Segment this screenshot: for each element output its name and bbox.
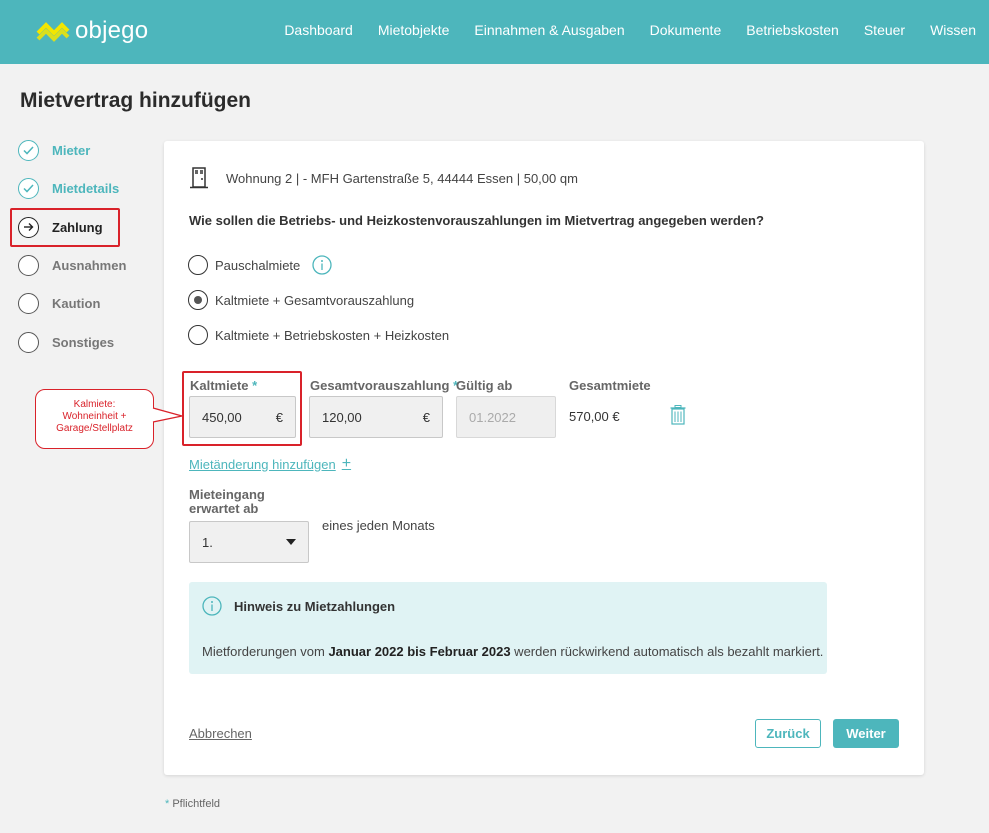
step-label: Sonstiges [52, 334, 115, 350]
logo-text: objego [75, 17, 149, 44]
euro-sign: € [422, 409, 430, 425]
step-mietdetails[interactable]: Mietdetails [18, 177, 122, 199]
unit-description: Wohnung 2 | - MFH Gartenstraße 5, 44444 … [226, 170, 578, 186]
payment-question: Wie sollen die Betriebs- und Heizkostenv… [189, 213, 764, 228]
valid-from-placeholder: 01.2022 [469, 409, 516, 425]
step-mieter[interactable]: Mieter [18, 139, 122, 161]
nav-einnahmen-ausgaben[interactable]: Einnahmen & Ausgaben [474, 22, 624, 38]
nav-mietobjekte[interactable]: Mietobjekte [378, 22, 450, 38]
option-label: Pauschalmiete [215, 257, 301, 273]
cancel-link[interactable]: Abbrechen [189, 726, 252, 741]
check-icon [18, 177, 39, 199]
callout-pointer [152, 407, 183, 423]
prepayment-input[interactable]: 120,00 € [309, 396, 443, 438]
door-icon [190, 167, 208, 189]
total-rent-value: 570,00 € [569, 409, 620, 424]
option-kaltmiete-gesamtvorauszahlung[interactable]: Kaltmiete + Gesamtvorauszahlung [188, 290, 414, 310]
highlight-box-current-step [10, 208, 120, 247]
rent-due-value: 1. [202, 534, 213, 550]
notice-title: Hinweis zu Mietzahlungen [234, 598, 396, 614]
next-button[interactable]: Weiter [833, 719, 899, 748]
radio-button-selected[interactable] [188, 290, 208, 310]
empty-circle-icon [18, 331, 39, 353]
nav-wissen[interactable]: Wissen [930, 22, 976, 38]
required-field-note: * Pflichtfeld [165, 798, 221, 810]
trash-icon[interactable] [670, 405, 686, 425]
prepayment-value: 120,00 [322, 409, 362, 425]
empty-circle-icon [18, 292, 39, 314]
nav-steuer[interactable]: Steuer [864, 22, 905, 38]
rent-due-suffix: eines jeden Monats [322, 518, 435, 533]
info-icon [202, 596, 222, 616]
page-title: Mietvertrag hinzufügen [20, 89, 252, 112]
notice-header: Hinweis zu Mietzahlungen [202, 596, 395, 616]
option-label: Kaltmiete + Betriebskosten + Heizkosten [215, 327, 450, 343]
rent-due-select[interactable]: 1. [189, 521, 309, 563]
step-label: Ausnahmen [52, 257, 127, 273]
check-icon [18, 139, 39, 161]
rent-payment-notice: Hinweis zu Mietzahlungen Mietforderungen… [189, 582, 827, 674]
nav-betriebskosten[interactable]: Betriebskosten [746, 22, 839, 38]
logo-zigzag-icon [36, 22, 70, 42]
step-ausnahmen[interactable]: Ausnahmen [18, 254, 126, 276]
info-icon[interactable] [312, 255, 332, 275]
step-label: Kaution [52, 295, 101, 311]
valid-from-input: 01.2022 [456, 396, 556, 438]
step-kaution[interactable]: Kaution [18, 292, 122, 314]
rent-due-label: Mieteingang erwartet ab [189, 487, 265, 516]
radio-button[interactable] [188, 325, 208, 345]
caret-down-icon [286, 539, 296, 545]
radio-button[interactable] [188, 255, 208, 275]
plus-icon: + [341, 455, 352, 472]
main-nav: Dashboard Mietobjekte Einnahmen & Ausgab… [284, 22, 989, 38]
step-label: Mieter [52, 142, 91, 158]
add-rent-change-link[interactable]: Mietänderung hinzufügen + [189, 455, 351, 473]
empty-circle-icon [18, 254, 39, 276]
unit-info: Wohnung 2 | - MFH Gartenstraße 5, 44444 … [190, 167, 578, 189]
back-button[interactable]: Zurück [755, 719, 821, 748]
option-pauschalmiete[interactable]: Pauschalmiete [188, 255, 332, 275]
nav-dashboard[interactable]: Dashboard [284, 22, 353, 38]
payment-form-card: Wohnung 2 | - MFH Gartenstraße 5, 44444 … [164, 141, 924, 775]
option-kaltmiete-betriebskosten-heizkosten[interactable]: Kaltmiete + Betriebskosten + Heizkosten [188, 325, 449, 345]
step-label: Mietdetails [52, 180, 120, 196]
notice-text: Mietforderungen vom Januar 2022 bis Febr… [202, 644, 824, 659]
option-label: Kaltmiete + Gesamtvorauszahlung [215, 292, 415, 308]
annotation-callout: Kalmiete: Wohneinheit + Garage/Stellplat… [35, 389, 154, 449]
objego-logo[interactable]: objego [36, 17, 148, 45]
step-sonstiges[interactable]: Sonstiges [18, 331, 122, 353]
highlight-box-cold-rent [182, 371, 302, 446]
prepayment-label: Gesamtvorauszahlung * [310, 378, 459, 393]
top-navigation-bar: objego Dashboard Mietobjekte Einnahmen &… [0, 0, 989, 64]
valid-from-label: Gültig ab [456, 378, 513, 393]
nav-dokumente[interactable]: Dokumente [650, 22, 722, 38]
total-rent-label: Gesamtmiete [569, 378, 651, 393]
